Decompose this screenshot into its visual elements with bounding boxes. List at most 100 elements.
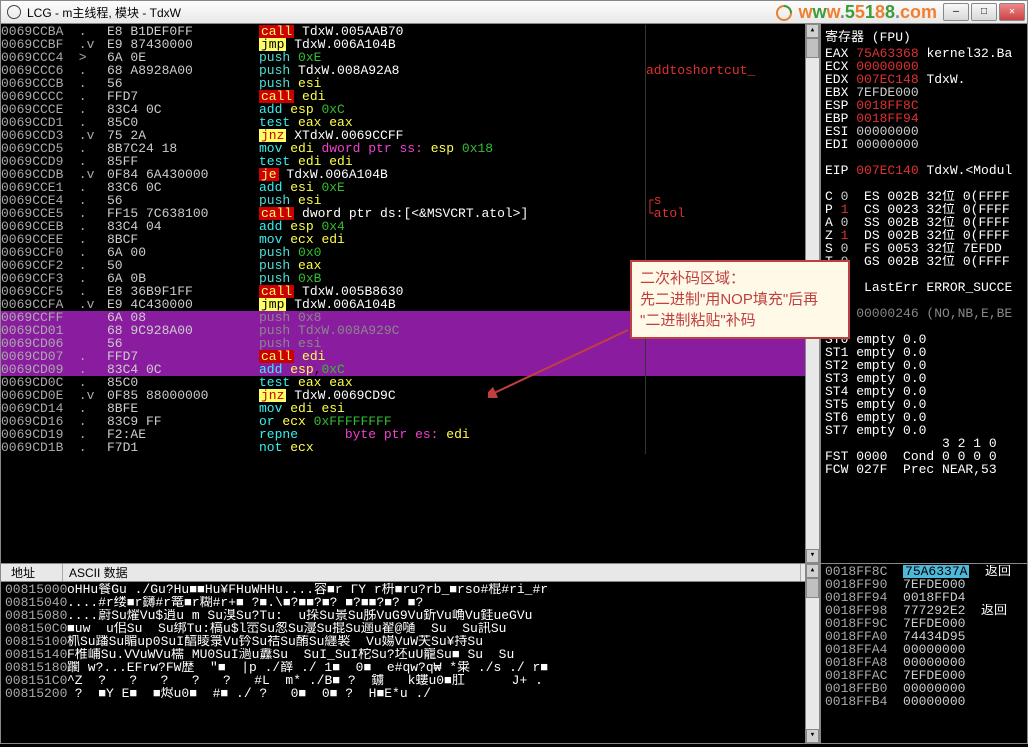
fpu-status-line: FST 0000 Cond 0 0 0 0: [825, 450, 1023, 463]
scroll-thumb[interactable]: [806, 38, 819, 58]
fpu-line: ST3 empty 0.0: [825, 372, 1023, 385]
disasm-row[interactable]: 0069CD0C . 85C0test eax,eax: [1, 376, 805, 389]
fpu-status-line: FCW 027F Prec NEAR,53: [825, 463, 1023, 476]
dump-row[interactable]: 00815180躙 w?...EFrw?FW歴 "■ |p ./嶭 ./ 1■ …: [5, 661, 801, 674]
register-esi[interactable]: ESI 00000000: [825, 125, 1023, 138]
fpu-line: ST2 empty 0.0: [825, 359, 1023, 372]
eip-register: EIP 007EC140 TdxW.<Modul: [825, 164, 1023, 177]
dump-scrollbar[interactable]: ▴ ▾: [805, 564, 819, 743]
main-area: 0069CCBA . E8 B1DEF0FFcall TdxW.005AAB70…: [0, 24, 1028, 564]
flag-line: S 0 FS 0053 32位 7EFDD: [825, 242, 1023, 255]
stack-row[interactable]: 0018FFAC 7EFDE000: [825, 669, 1023, 682]
close-button[interactable]: ✕: [999, 3, 1025, 21]
stack-row[interactable]: 0018FF90 7EFDE000: [825, 578, 1023, 591]
dump-row[interactable]: 00815140F椎峬Su.VVuWVu檽 MU0SuI濄u纛Su SuI_Su…: [5, 648, 801, 661]
register-ebp[interactable]: EBP 0018FF94: [825, 112, 1023, 125]
dump-row[interactable]: 008150C0■uw u佀Su Su绑Tu:槁u$l崈Su怱Su濅Su掍Su逦…: [5, 622, 801, 635]
registers-pane[interactable]: 寄存器 (FPU) EAX 75A63368 kernel32.BaECX 00…: [819, 24, 1027, 563]
disasm-row[interactable]: 0069CCF0 . 6A 00push 0x0: [1, 246, 805, 259]
disasm-row[interactable]: 0069CCC6 . 68 A8928A00push TdxW.008A92A8…: [1, 64, 805, 77]
register-eax[interactable]: EAX 75A63368 kernel32.Ba: [825, 47, 1023, 60]
annotation-line3: "二进制粘贴"补码: [640, 310, 840, 331]
disasm-row[interactable]: 0069CCCB . 56push esi: [1, 77, 805, 90]
scroll-down-button[interactable]: ▾: [806, 549, 819, 563]
minimize-button[interactable]: —: [943, 3, 969, 21]
stack-row[interactable]: 0018FF94 0018FFD4: [825, 591, 1023, 604]
stack-row[interactable]: 0018FFB0 00000000: [825, 682, 1023, 695]
annotation-arrow: [488, 328, 630, 398]
memory-dump-pane[interactable]: 地址 ASCII 数据 00815000oHHu餐Gu ./Gu?Hu■■Hu¥…: [1, 564, 805, 743]
dump-row[interactable]: 00815100枛Su蹯Su睸up0SuI醕睖箓Vu钤Su祮Su酭Su纒褧 Vu…: [5, 635, 801, 648]
disasm-row[interactable]: 0069CCDB .v 0F84 6A430000je TdxW.006A104…: [1, 168, 805, 181]
disasm-row[interactable]: 0069CCBA . E8 B1DEF0FFcall TdxW.005AAB70: [1, 25, 805, 38]
dump-row[interactable]: 00815000oHHu餐Gu ./Gu?Hu■■Hu¥FHuWHHu....容…: [5, 583, 801, 596]
dump-row[interactable]: 008151C0^Z ? ? ? ? ? #L m* ./B■ ? 鐪 k螻u0…: [5, 674, 801, 687]
annotation-line1: 二次补码区域：: [640, 268, 840, 289]
stack-row[interactable]: 0018FFA0 74434D95: [825, 630, 1023, 643]
disasm-row[interactable]: 0069CCE5 . FF15 7C638100call dword ptr d…: [1, 207, 805, 220]
disasm-row[interactable]: 0069CCC4 > 6A 0Epush 0xE: [1, 51, 805, 64]
disasm-row[interactable]: 0069CD19 . F2:AErepne scas byte ptr es:[…: [1, 428, 805, 441]
register-ecx[interactable]: ECX 00000000: [825, 60, 1023, 73]
flag-line: D 0: [825, 268, 1023, 281]
register-ebx[interactable]: EBX 7EFDE000: [825, 86, 1023, 99]
disasm-row[interactable]: 0069CCE4 . 56push esi┌s: [1, 194, 805, 207]
stack-row[interactable]: 0018FF9C 7EFDE000: [825, 617, 1023, 630]
fpu-line: ST6 empty 0.0: [825, 411, 1023, 424]
disasm-row[interactable]: 0069CCCE . 83C4 0Cadd esp,0xC: [1, 103, 805, 116]
scroll-down-button[interactable]: ▾: [806, 729, 819, 743]
watermark: www.55188.com: [775, 2, 937, 23]
fpu-line: ST7 empty 0.0: [825, 424, 1023, 437]
window-title: LCG - m主线程, 模块 - TdxW: [27, 4, 181, 21]
fpu-status-line: 3 2 1 0: [825, 437, 1023, 450]
disasm-row[interactable]: 0069CD1B . F7D1not ecx: [1, 441, 805, 454]
window-controls: — □ ✕: [943, 3, 1025, 21]
disasm-row[interactable]: 0069CCEB . 83C4 04add esp,0x4: [1, 220, 805, 233]
disasm-row[interactable]: 0069CCD5 . 8B7C24 18mov edi,dword ptr ss…: [1, 142, 805, 155]
stack-row[interactable]: 0018FF98 777292E2 返回: [825, 604, 1023, 617]
stack-row[interactable]: 0018FF8C 75A6337A 返回: [825, 565, 1023, 578]
disasm-row[interactable]: 0069CCD9 . 85FFtest edi,edi: [1, 155, 805, 168]
scroll-up-button[interactable]: ▴: [806, 564, 819, 578]
scroll-up-button[interactable]: ▴: [806, 24, 819, 38]
flag-line: C 0 ES 002B 32位 0(FFFF: [825, 190, 1023, 203]
registers-title: 寄存器 (FPU): [825, 26, 1023, 45]
flag-line: Z 1 DS 002B 32位 0(FFFF: [825, 229, 1023, 242]
stack-row[interactable]: 0018FFB4 00000000: [825, 695, 1023, 708]
dump-header: 地址 ASCII 数据: [1, 564, 805, 582]
disasm-row[interactable]: 0069CD07 . FFD7call edi: [1, 350, 805, 363]
maximize-button[interactable]: □: [971, 3, 997, 21]
disasm-row[interactable]: 0069CD14 . 8BFEmov edi,esi: [1, 402, 805, 415]
register-esp[interactable]: ESP 0018FF8C: [825, 99, 1023, 112]
register-edx[interactable]: EDX 007EC148 TdxW.: [825, 73, 1023, 86]
annotation-box: 二次补码区域： 先二进制"用NOP填充"后再 "二进制粘贴"补码: [630, 260, 850, 339]
disasm-row[interactable]: 0069CD09 . 83C4 0Cadd esp,0xC: [1, 363, 805, 376]
efl-line: EFL 00000246 (NO,NB,E,BE: [825, 307, 1023, 320]
dump-row[interactable]: 00815040....#r缕■r鑮#r篭■r糊#r+■ ?■.\■?■■?■?…: [5, 596, 801, 609]
disasm-row[interactable]: 0069CCCC . FFD7call edi: [1, 90, 805, 103]
dump-header-ascii: ASCII 数据: [63, 564, 801, 581]
fpu-line: ST0 empty 0.0: [825, 333, 1023, 346]
dump-row[interactable]: 00815200 ? ■Y E■ ■烬u0■ #■ ./ ? 0■ 0■ ? H…: [5, 687, 801, 700]
disasm-row[interactable]: 0069CD16 . 83C9 FFor ecx,0xFFFFFFFF: [1, 415, 805, 428]
app-icon: [7, 5, 21, 19]
fpu-line: ST4 empty 0.0: [825, 385, 1023, 398]
flag-line: P 1 CS 0023 32位 0(FFFF: [825, 203, 1023, 216]
annotation-line2: 先二进制"用NOP填充"后再: [640, 289, 840, 310]
stack-pane[interactable]: 0018FF8C 75A6337A 返回0018FF90 7EFDE000001…: [819, 564, 1027, 743]
disasm-row[interactable]: 0069CD0E .v 0F85 88000000jnz TdxW.0069CD…: [1, 389, 805, 402]
register-edi[interactable]: EDI 00000000: [825, 138, 1023, 151]
titlebar: LCG - m主线程, 模块 - TdxW www.55188.com — □ …: [0, 0, 1028, 24]
disasm-row[interactable]: 0069CCEE . 8BCFmov ecx,edi: [1, 233, 805, 246]
disasm-row[interactable]: 0069CCBF .v E9 87430000jmp TdxW.006A104B: [1, 38, 805, 51]
disasm-row[interactable]: 0069CCD1 . 85C0test eax,eax: [1, 116, 805, 129]
stack-row[interactable]: 0018FFA4 00000000: [825, 643, 1023, 656]
stack-row[interactable]: 0018FFA8 00000000: [825, 656, 1023, 669]
disasm-row[interactable]: 0069CCD3 .v 75 2Ajnz XTdxW.0069CCFF: [1, 129, 805, 142]
scroll-thumb[interactable]: [806, 578, 819, 598]
disasm-row[interactable]: 0069CCE1 . 83C6 0Cadd esi,0xE: [1, 181, 805, 194]
dump-header-addr: 地址: [5, 564, 63, 581]
dump-row[interactable]: 00815080....蔚Su燿Vu$逍u m Su湨Su?Tu: u挆Su景S…: [5, 609, 801, 622]
flag-line: A 0 SS 002B 32位 0(FFFF: [825, 216, 1023, 229]
fpu-line: ST1 empty 0.0: [825, 346, 1023, 359]
